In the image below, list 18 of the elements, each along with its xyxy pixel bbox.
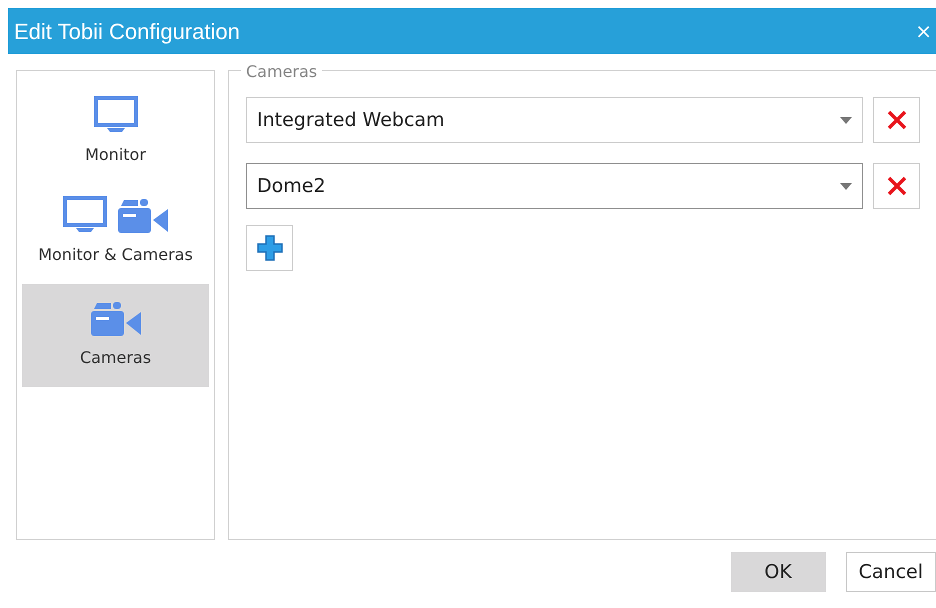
cancel-button[interactable]: Cancel — [846, 552, 936, 592]
remove-button[interactable] — [873, 97, 920, 143]
sidebar-item[interactable]: Monitor & Cameras — [22, 181, 209, 284]
sidebar-item[interactable]: Monitor — [22, 81, 209, 181]
camera-dropdown[interactable]: Dome2 — [246, 163, 863, 209]
monitor-icon — [62, 195, 108, 235]
window-title: Edit Tobii Configuration — [14, 18, 240, 46]
close-icon — [886, 109, 908, 131]
plus-icon — [254, 233, 284, 263]
close-icon — [886, 175, 908, 197]
caret-icon — [840, 182, 852, 190]
sidebar-item[interactable]: Cameras — [22, 284, 209, 387]
monitor-icon — [92, 95, 138, 135]
ok-button[interactable]: OK — [730, 552, 826, 592]
camera-dropdown[interactable]: Integrated Webcam — [246, 97, 863, 143]
caret-icon — [840, 116, 852, 124]
add-button[interactable] — [246, 225, 293, 271]
remove-button[interactable] — [873, 163, 920, 209]
